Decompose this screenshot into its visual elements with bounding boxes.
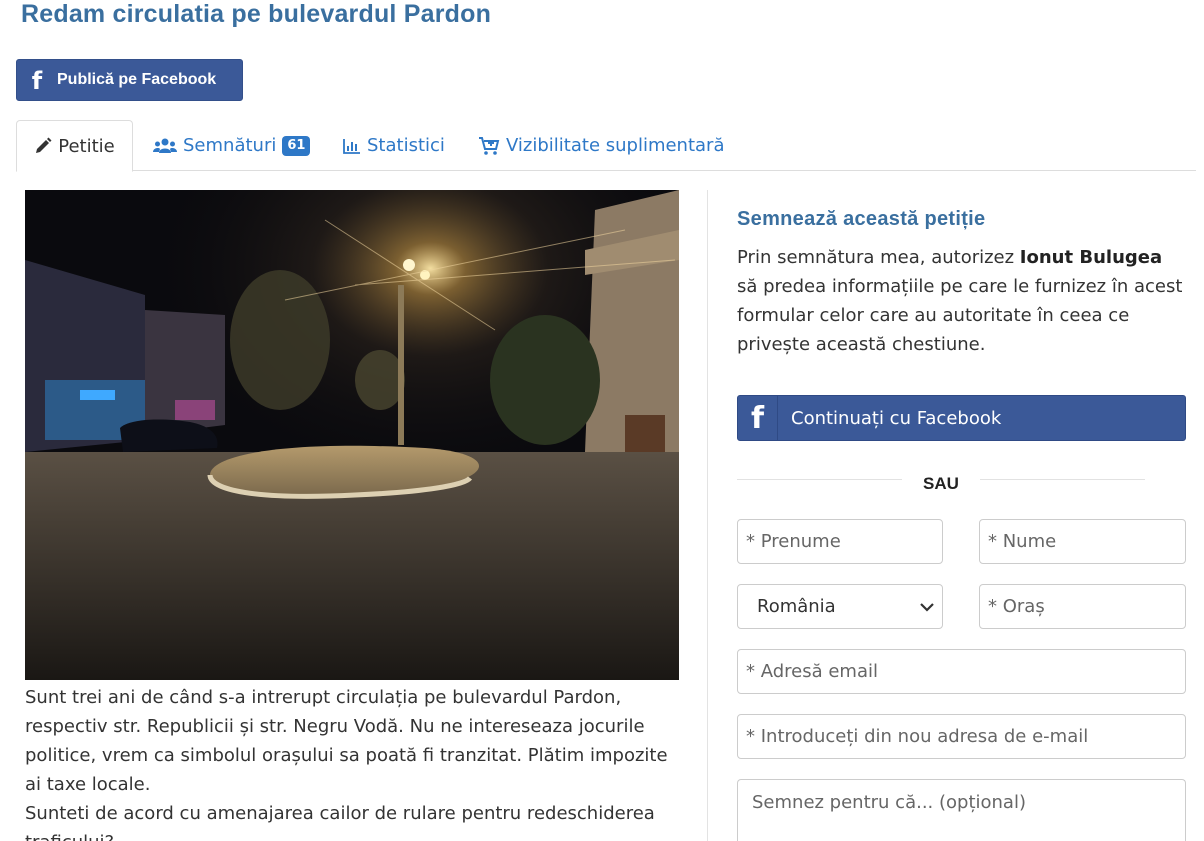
sign-authorization-text: Prin semnătura mea, autorizez Ionut Bulu… [737, 247, 1183, 355]
chevron-down-icon [920, 596, 934, 617]
continue-with-facebook-label: Continuați cu Facebook [791, 407, 1002, 429]
signature-count-badge: 61 [282, 135, 311, 156]
country-select[interactable]: România [737, 584, 943, 629]
email-input[interactable]: * Adresă email [737, 649, 1186, 694]
users-icon [153, 137, 177, 155]
continue-with-facebook-button[interactable]: f Continuați cu Facebook [737, 395, 1186, 441]
city-input[interactable]: * Oraș [979, 584, 1186, 629]
petition-photo [25, 190, 679, 680]
tab-semnaturi-label: Semnături [183, 135, 277, 156]
author-name: Ionut Bulugea [1019, 247, 1163, 268]
country-selected-value: România [757, 596, 836, 617]
tab-semnaturi[interactable]: Semnături 61 [153, 120, 311, 171]
or-separator: SAU [737, 470, 1145, 500]
tab-statistici-label: Statistici [367, 135, 445, 156]
column-divider [707, 190, 708, 841]
tab-vizibilitate-label: Vizibilitate suplimentară [506, 135, 725, 156]
tab-statistici[interactable]: Statistici [343, 120, 445, 171]
facebook-share-label: Publică pe Facebook [57, 71, 217, 88]
page-title: Redam circulatia pe bulevardul Pardon [21, 0, 492, 28]
first-name-input[interactable]: * Prenume [737, 519, 943, 564]
facebook-icon: f [31, 67, 43, 95]
tab-petitie-label: Petitie [58, 135, 115, 157]
facebook-icon: f [738, 395, 778, 441]
email-confirm-input[interactable]: * Introduceți din nou adresa de e-mail [737, 714, 1186, 759]
petition-tabs: Petitie Semnături 61 Statistici Vizibili… [16, 120, 1196, 172]
pencil-icon [34, 137, 52, 155]
tab-petitie[interactable]: Petitie [16, 120, 133, 172]
sign-title: Semnează această petiție [737, 208, 986, 230]
petition-description: Sunt trei ani de când s-a intrerupt circ… [25, 683, 685, 841]
petition-question: Sunteti de acord cu amenajarea cailor de… [25, 803, 655, 841]
cart-plus-icon [478, 136, 500, 156]
reason-textarea[interactable]: Semnez pentru că... (opțional) [737, 779, 1186, 841]
bar-chart-icon [343, 138, 361, 154]
petition-paragraph: Sunt trei ani de când s-a intrerupt circ… [25, 687, 668, 795]
or-label: SAU [923, 474, 959, 493]
last-name-input[interactable]: * Nume [979, 519, 1186, 564]
facebook-share-button[interactable]: f Publică pe Facebook [16, 59, 243, 101]
tab-vizibilitate[interactable]: Vizibilitate suplimentară [478, 120, 725, 171]
